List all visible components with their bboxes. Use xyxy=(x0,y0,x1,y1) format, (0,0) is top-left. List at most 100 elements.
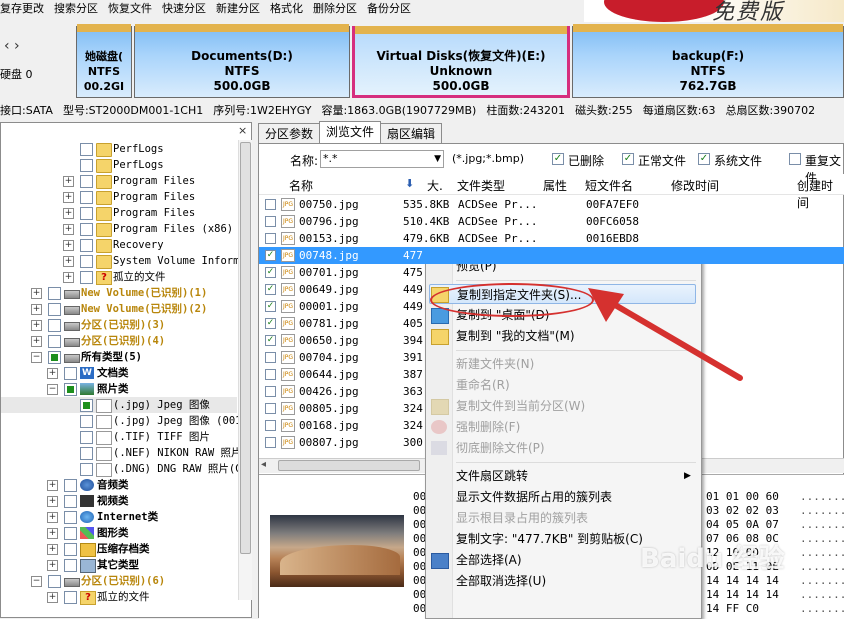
menu-item[interactable]: 恢复文件 xyxy=(108,2,152,15)
tree-expander-icon[interactable]: − xyxy=(31,576,42,587)
file-checkbox[interactable]: ✓ xyxy=(265,250,276,261)
file-checkbox[interactable] xyxy=(265,403,276,414)
tree-checkbox[interactable] xyxy=(64,543,77,556)
context-menu-item[interactable]: 显示文件数据所占用的簇列表 xyxy=(456,487,612,507)
tree-expander-icon[interactable]: + xyxy=(31,304,42,315)
tree-expander-icon[interactable]: + xyxy=(31,320,42,331)
table-row[interactable]: ✓ JPG 00001.jpg 449 xyxy=(259,298,844,315)
tree-checkbox[interactable] xyxy=(80,399,93,412)
file-checkbox[interactable] xyxy=(265,386,276,397)
file-checkbox[interactable] xyxy=(265,420,276,431)
col-attr[interactable]: 属性 xyxy=(543,177,567,194)
table-row[interactable]: JPG 00805.jpg 324 xyxy=(259,400,844,417)
tree-expander-icon[interactable]: + xyxy=(63,256,74,267)
tree-expander-icon[interactable]: + xyxy=(63,272,74,283)
tree-row[interactable]: + Program Files xyxy=(1,173,237,189)
tree-checkbox[interactable] xyxy=(80,239,93,252)
tree-checkbox[interactable] xyxy=(80,159,93,172)
tree-row[interactable]: + Program Files xyxy=(1,205,237,221)
table-row[interactable]: JPG 00644.jpg 387 xyxy=(259,366,844,383)
table-row[interactable]: JPG 00168.jpg 324 xyxy=(259,417,844,434)
context-menu-item[interactable]: 全部选择(A) xyxy=(456,550,522,570)
file-checkbox[interactable]: ✓ xyxy=(265,284,276,295)
tree-checkbox[interactable] xyxy=(80,255,93,268)
menu-item[interactable]: 备份分区 xyxy=(367,2,411,15)
col-name[interactable]: 名称 xyxy=(289,177,313,194)
table-row[interactable]: ✓ JPG 00781.jpg 405 xyxy=(259,315,844,332)
tree-expander-icon[interactable]: + xyxy=(47,528,58,539)
tree-expander-icon[interactable]: + xyxy=(47,512,58,523)
context-menu-item[interactable]: 文件扇区跳转 ▶ xyxy=(456,466,691,486)
tree-row[interactable]: − 分区(已识别)(6) xyxy=(1,573,237,589)
col-type[interactable]: 文件类型 xyxy=(457,177,505,194)
tree-expander-icon[interactable]: + xyxy=(47,544,58,555)
tree-expander-icon[interactable]: + xyxy=(63,208,74,219)
tree-expander-icon[interactable]: − xyxy=(31,352,42,363)
col-shortname[interactable]: 短文件名 xyxy=(585,177,633,194)
partition-d[interactable]: Documents(D:) NTFS 500.0GB xyxy=(134,24,350,98)
menu-item[interactable]: 新建分区 xyxy=(216,2,260,15)
table-row[interactable]: JPG 00153.jpg 479.6KB ACDSee Pr... 0016EBD8 xyxy=(259,230,844,247)
tree-row[interactable]: + 图形类 xyxy=(1,525,237,541)
tree-checkbox[interactable] xyxy=(80,415,93,428)
tree-expander-icon[interactable]: + xyxy=(31,288,42,299)
file-checkbox[interactable]: ✓ xyxy=(265,301,276,312)
tree-checkbox[interactable] xyxy=(48,287,61,300)
directory-tree[interactable]: PerfLogs PerfLogs + Program Files + Program F… xyxy=(0,122,252,618)
tree-checkbox[interactable] xyxy=(48,303,61,316)
tree-checkbox[interactable] xyxy=(80,143,93,156)
tree-row[interactable]: PerfLogs xyxy=(1,157,237,173)
file-checkbox[interactable]: ✓ xyxy=(265,318,276,329)
chevron-down-icon[interactable]: ▼ xyxy=(434,151,441,167)
tree-row[interactable]: (.TIF) TIFF 图片 xyxy=(1,429,237,445)
tree-row[interactable]: + W 文档类 xyxy=(1,365,237,381)
tree-checkbox[interactable] xyxy=(64,479,77,492)
filter-checkbox[interactable]: ✓ xyxy=(622,153,634,165)
tree-row[interactable]: + Internet类 xyxy=(1,509,237,525)
menu-item[interactable]: 复存更改 xyxy=(0,2,44,15)
tree-checkbox[interactable] xyxy=(80,175,93,188)
context-menu-item[interactable]: 复制文字: "477.7KB" 到剪贴板(C) xyxy=(456,529,643,549)
table-row[interactable]: JPG 00750.jpg 535.8KB ACDSee Pr... 00FA7EF0 xyxy=(259,196,844,213)
table-row[interactable]: JPG 00704.jpg 391 xyxy=(259,349,844,366)
tree-row[interactable]: +? 孤立的文件 xyxy=(1,589,237,605)
tree-row[interactable]: PerfLogs xyxy=(1,141,237,157)
tab-partition-params[interactable]: 分区参数 xyxy=(258,123,320,143)
file-checkbox[interactable]: ✓ xyxy=(265,335,276,346)
file-checkbox[interactable] xyxy=(265,199,276,210)
tree-checkbox[interactable] xyxy=(64,591,77,604)
tree-row[interactable]: + 分区(已识别)(4) xyxy=(1,333,237,349)
tree-checkbox[interactable] xyxy=(64,383,77,396)
tree-checkbox[interactable] xyxy=(64,367,77,380)
tree-row[interactable]: (.NEF) NIKON RAW 照片 xyxy=(1,445,241,461)
tree-expander-icon[interactable]: + xyxy=(47,368,58,379)
table-row[interactable]: JPG 00426.jpg 363 xyxy=(259,383,844,400)
menu-item[interactable]: 删除分区 xyxy=(313,2,357,15)
tree-row[interactable]: + Recovery xyxy=(1,237,237,253)
table-row[interactable]: ✓ JPG 00748.jpg 477 xyxy=(259,247,844,264)
tree-expander-icon[interactable]: + xyxy=(63,192,74,203)
partition-f[interactable]: backup(F:) NTFS 762.7GB xyxy=(572,24,844,98)
tree-checkbox[interactable] xyxy=(48,319,61,332)
tree-expander-icon[interactable]: + xyxy=(31,336,42,347)
tab-sector-edit[interactable]: 扇区编辑 xyxy=(380,123,442,143)
hscrollbar-thumb[interactable] xyxy=(278,460,420,471)
menu-item[interactable]: 格式化 xyxy=(270,2,303,15)
tree-expander-icon[interactable]: + xyxy=(63,224,74,235)
tree-row[interactable]: + 音频类 xyxy=(1,477,237,493)
tree-expander-icon[interactable]: + xyxy=(47,560,58,571)
tree-expander-icon[interactable]: + xyxy=(47,592,58,603)
file-checkbox[interactable] xyxy=(265,437,276,448)
file-checkbox[interactable] xyxy=(265,216,276,227)
filter-checkbox[interactable]: ✓ xyxy=(552,153,564,165)
tree-checkbox[interactable] xyxy=(80,223,93,236)
tree-row[interactable]: +? 孤立的文件 xyxy=(1,269,237,285)
tree-row[interactable]: + 视频类 xyxy=(1,493,237,509)
table-row[interactable]: ✓ JPG 00701.jpg 475 xyxy=(259,264,844,281)
tree-checkbox[interactable] xyxy=(80,207,93,220)
table-row[interactable]: JPG 00807.jpg 300 xyxy=(259,434,844,451)
tree-row[interactable]: (.jpg) Jpeg 图像 xyxy=(1,397,237,413)
tree-row[interactable]: − 照片类 xyxy=(1,381,237,397)
tree-row[interactable]: (.DNG) DNG RAW 照片(Ca xyxy=(1,461,248,477)
disk-nav-arrows[interactable]: ‹ › xyxy=(4,38,20,54)
